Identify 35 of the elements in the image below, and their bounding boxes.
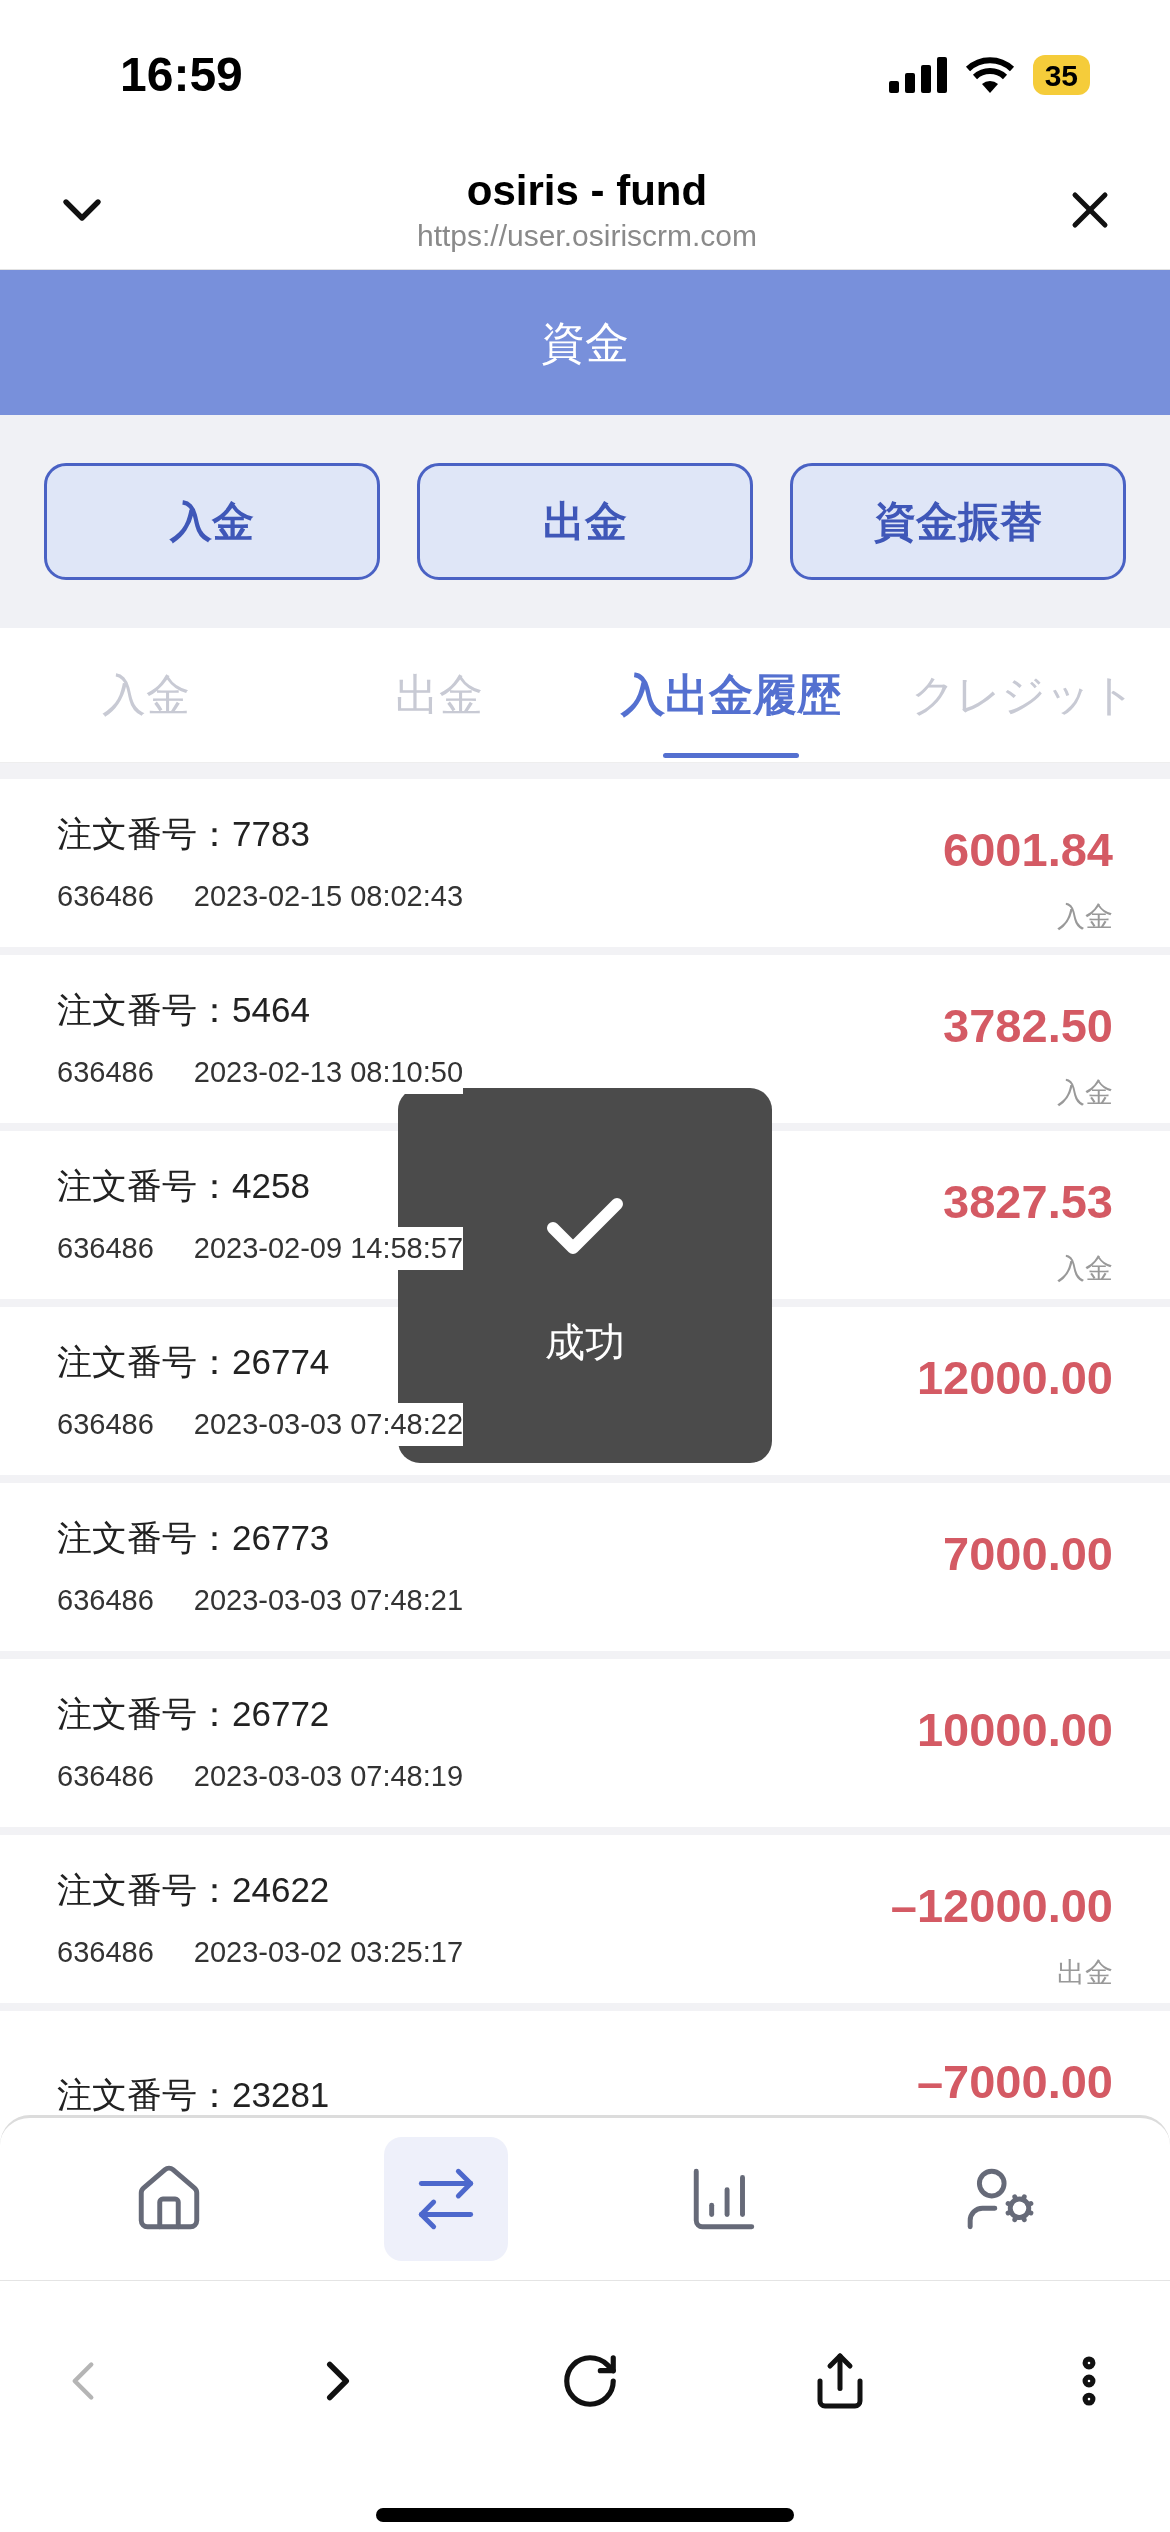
amount: –12000.00 [890,1878,1113,1934]
order-number: 注文番号：23281 [57,2073,330,2116]
account-number: 636486 [57,1054,154,1090]
page-url: https://user.osiriscrm.com [416,218,758,254]
amount: –7000.00 [916,2054,1113,2110]
order-number: 注文番号：4258 [57,1165,311,1207]
order-number: 注文番号：24622 [57,1869,331,1911]
amount: 10000.00 [916,1702,1113,1758]
amount: 12000.00 [916,1350,1113,1406]
status-time: 16:59 [120,47,243,103]
account-number: 636486 [57,878,154,914]
order-number: 注文番号：26773 [57,1517,331,1559]
transaction-type: 出金 [1057,1955,1113,1990]
account-number: 636486 [57,1582,154,1618]
order-number: 注文番号：26774 [57,1341,331,1383]
transaction-type: 入金 [1057,1251,1113,1286]
order-number: 注文番号：7783 [57,813,311,855]
amount: 3782.50 [943,998,1113,1054]
order-number: 注文番号：5464 [57,989,311,1031]
transaction-type: 入金 [1057,1075,1113,1110]
order-number: 注文番号：26772 [57,1693,331,1735]
account-number: 636486 [57,1758,154,1794]
amount: 3827.53 [943,1174,1113,1230]
account-number: 636486 [57,1230,154,1266]
amount: 6001.84 [943,822,1113,878]
account-number: 636486 [57,1406,154,1442]
battery-indicator: 35 [1032,55,1090,95]
page-title: osiris - fund [466,165,708,216]
section-title: 資金 [541,316,629,369]
transaction-time: 2023-03-03 07:48:22 [193,1402,464,1446]
transaction-type: 入金 [1057,899,1113,934]
toast-message: 成功 [545,1318,625,1366]
amount: 7000.00 [943,1526,1113,1582]
account-number: 636486 [57,1934,154,1970]
transaction-time: 2023-02-09 14:58:57 [193,1226,464,1270]
